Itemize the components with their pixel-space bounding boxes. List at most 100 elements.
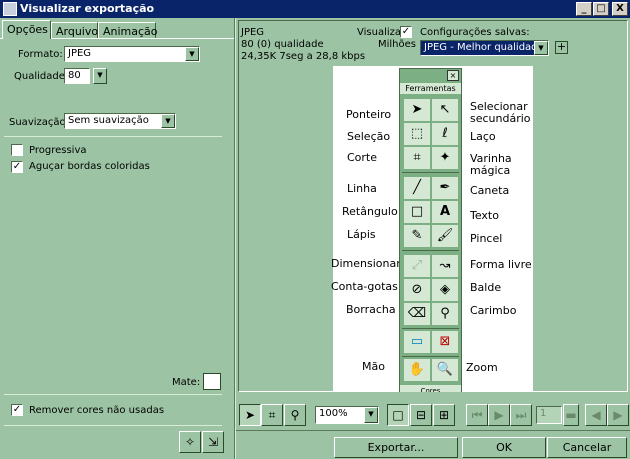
format-value: JPEG (68, 48, 92, 59)
preview-format: JPEG (241, 27, 265, 38)
tool-label-eraser: Borracha (346, 303, 396, 316)
freeform-tool-icon[interactable]: ↝ (432, 255, 458, 277)
text-tool-icon[interactable]: A (432, 201, 458, 223)
last-frame-icon[interactable]: ⏭ (510, 404, 532, 426)
hotspot-tool-icon[interactable]: ▭ (404, 331, 430, 353)
scale-tool-icon[interactable]: ⤢ (404, 255, 430, 277)
close-button[interactable]: X (612, 2, 628, 16)
subselect-tool-icon[interactable]: ↖ (432, 99, 458, 121)
minimize-button[interactable]: _ (576, 2, 592, 16)
tool-label-text: Texto (470, 209, 499, 222)
tool-label-rectangle: Retângulo (342, 205, 398, 218)
pencil-tool-icon[interactable]: ✎ (404, 225, 430, 247)
divider (4, 425, 222, 426)
tool-label-freeform: Forma livre (470, 258, 532, 271)
chevron-down-icon[interactable]: ▼ (364, 407, 378, 423)
pointer-tool-icon[interactable]: ➤ (404, 99, 430, 121)
lasso-tool-icon[interactable]: ℓ (432, 123, 458, 145)
tab-options[interactable]: Opções (2, 20, 51, 39)
format-select[interactable]: JPEG ▼ (64, 46, 200, 62)
magic-wand-tool-icon[interactable]: ✦ (432, 147, 458, 169)
frame-field[interactable]: 1 (536, 406, 562, 424)
palette-title: Ferramentas (400, 83, 461, 94)
tab-file[interactable]: Arquivo (51, 22, 98, 39)
line-tool-icon[interactable]: ╱ (404, 177, 430, 199)
quality-value: 80 (68, 70, 81, 81)
show-preview-checkbox[interactable]: ✓ (400, 26, 412, 38)
maximize-button[interactable]: □ (593, 2, 609, 16)
matte-color-swatch[interactable] (203, 373, 221, 390)
eraser-tool-icon[interactable]: ⌫ (404, 303, 430, 325)
play-icon[interactable]: ▶ (488, 404, 510, 426)
smoothing-label: Suavização: (9, 117, 69, 128)
slice-tool-icon[interactable]: ⊠ (432, 331, 458, 353)
tool-label-line: Linha (347, 182, 377, 195)
stamp-tool-icon[interactable]: ⚲ (432, 303, 458, 325)
tab-animation[interactable]: Animação (98, 22, 158, 39)
cancel-button[interactable]: Cancelar (547, 437, 627, 458)
saved-settings-label: Configurações salvas: (420, 27, 530, 38)
window-title: Visualizar exportação (20, 2, 155, 15)
panel-separator (234, 18, 236, 459)
chevron-down-icon[interactable]: ▼ (534, 41, 548, 55)
divider (4, 394, 222, 395)
bucket-tool-icon[interactable]: ◈ (432, 279, 458, 301)
zoom-tool-icon[interactable]: 🔍 (432, 359, 458, 381)
eyedropper-tool-icon[interactable]: ⊘ (404, 279, 430, 301)
rectangle-tool-icon[interactable]: □ (404, 201, 430, 223)
hand-tool-icon[interactable]: ✋ (404, 359, 430, 381)
add-settings-button[interactable]: + (555, 41, 568, 54)
tool-label-eyedropper: Conta-gotas (331, 280, 398, 293)
tool-label-magic-wand: Varinha mágica (470, 152, 512, 177)
quality-field[interactable]: 80 (64, 68, 90, 84)
single-view-icon[interactable]: □ (387, 404, 409, 426)
palette-close-button[interactable]: × (447, 70, 459, 81)
crop-icon[interactable]: ⌗ (261, 404, 283, 426)
prev-frame-icon[interactable]: ◀ (585, 404, 607, 426)
sharpen-label: Aguçar bordas coloridas (29, 161, 150, 172)
export-wizard-icon[interactable]: ⇲ (202, 431, 224, 453)
smoothing-value: Sem suavização (68, 115, 149, 126)
first-frame-icon[interactable]: ⏮ (466, 404, 488, 426)
crop-tool-icon[interactable]: ⌗ (404, 147, 430, 169)
brush-tool-icon[interactable]: 🖌 (432, 225, 458, 247)
tool-label-zoom: Zoom (466, 361, 498, 374)
ok-button[interactable]: OK (462, 437, 546, 458)
tool-label-scale: Dimensionar (331, 257, 401, 270)
format-label: Formato: (18, 49, 63, 60)
tool-label-selection: Seleção (347, 130, 391, 143)
divider (4, 136, 222, 137)
marquee-tool-icon[interactable]: ⬚ (404, 123, 430, 145)
tool-label-stamp: Carimbo (470, 304, 517, 317)
remove-unused-checkbox[interactable]: ✓ (11, 404, 23, 416)
tool-label-brush: Pincel (470, 232, 503, 245)
tool-palette: × Ferramentas ➤ ↖ ⬚ ℓ ⌗ ✦ ╱ ✒ □ A ✎ 🖌 ⤢ … (399, 68, 462, 392)
tool-label-bucket: Balde (470, 281, 502, 294)
optimize-wand-icon[interactable]: ✧ (179, 431, 201, 453)
frame-value: 1 (540, 408, 547, 419)
zoom-value: 100% (319, 408, 348, 419)
pen-tool-icon[interactable]: ✒ (432, 177, 458, 199)
tool-label-hand: Mão (362, 360, 385, 373)
export-button[interactable]: Exportar... (334, 437, 458, 458)
chevron-down-icon[interactable]: ▼ (185, 47, 199, 61)
chevron-down-icon[interactable]: ▼ (161, 114, 175, 128)
preview-quality: 80 (0) qualidade (241, 39, 324, 50)
two-view-icon[interactable]: ⊟ (410, 404, 432, 426)
saved-settings-select[interactable]: JPEG - Melhor qualidade ▼ (420, 40, 549, 56)
zoom-icon[interactable]: ⚲ (284, 404, 306, 426)
sharpen-checkbox[interactable]: ✓ (11, 161, 23, 173)
tool-label-pen: Caneta (470, 184, 510, 197)
progressive-checkbox[interactable] (11, 144, 23, 156)
four-view-icon[interactable]: ⊞ (433, 404, 455, 426)
next-frame-icon[interactable]: ▶ (607, 404, 629, 426)
frame-stepper-icon[interactable]: ▬ (563, 404, 579, 426)
tool-label-lasso: Laço (470, 130, 496, 143)
pointer-icon[interactable]: ➤ (239, 404, 261, 426)
smoothing-select[interactable]: Sem suavização ▼ (64, 113, 176, 129)
zoom-select[interactable]: 100% ▼ (315, 406, 379, 424)
matte-label: Mate: (172, 377, 201, 388)
quality-slider-button[interactable]: ▼ (93, 68, 107, 84)
tool-label-crop: Corte (347, 151, 378, 164)
remove-unused-label: Remover cores não usadas (29, 405, 165, 416)
